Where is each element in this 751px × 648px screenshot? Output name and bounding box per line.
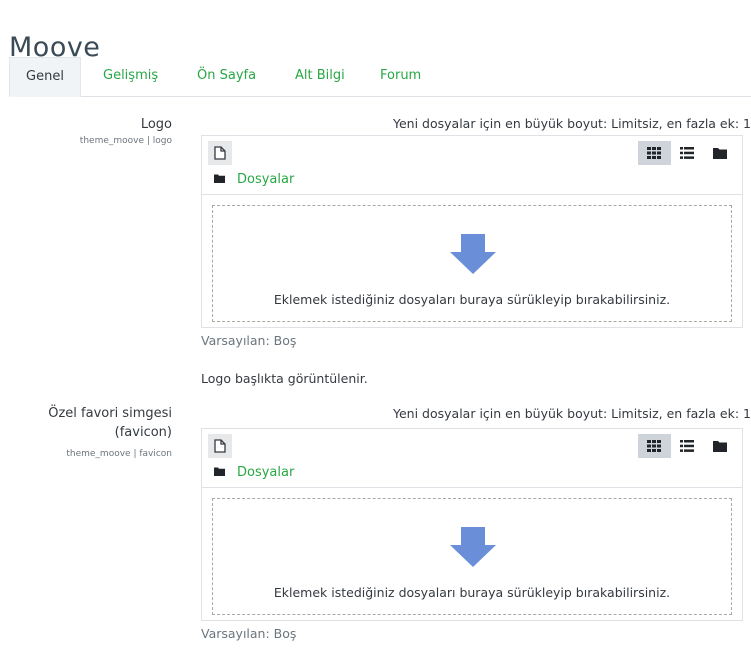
tab-on-sayfa[interactable]: Ön Sayfa — [197, 57, 256, 95]
arrow-down-icon — [450, 234, 496, 274]
filemanager-favicon: Dosyalar Eklemek istediğiniz dosyaları b… — [201, 428, 743, 621]
folder-icon — [712, 148, 727, 159]
list-icon — [680, 440, 694, 452]
setting-label-logo: Logo — [140, 117, 172, 132]
folder-icon — [214, 174, 225, 183]
list-icon — [680, 147, 694, 159]
dropzone-instruction: Eklemek istediğiniz dosyaları buraya sür… — [273, 292, 671, 307]
tab-forum[interactable]: Forum — [380, 57, 421, 95]
settings-tabs: Genel Gelişmiş Ön Sayfa Alt Bilgi Forum — [9, 57, 751, 97]
folder-icon — [712, 441, 727, 452]
filemanager-path: Dosyalar — [202, 459, 742, 488]
setting-key-logo: theme_moove | logo — [79, 136, 172, 146]
view-list-button[interactable] — [671, 434, 704, 458]
filemanager-logo: Dosyalar Eklemek istediğiniz dosyaları b… — [201, 135, 743, 328]
grid-icon — [647, 147, 662, 159]
tab-genel[interactable]: Genel — [9, 57, 81, 97]
upload-limit-text: Yeni dosyalar için en büyük boyut: Limit… — [393, 116, 751, 131]
folder-icon — [214, 467, 225, 476]
setting-label-favicon-line2: (favicon) — [114, 425, 172, 440]
path-link-dosyalar[interactable]: Dosyalar — [237, 172, 294, 187]
view-icons-button[interactable] — [638, 434, 671, 458]
filemanager-path: Dosyalar — [202, 166, 742, 195]
dropzone-instruction: Eklemek istediğiniz dosyaları buraya sür… — [273, 585, 671, 600]
view-tree-button[interactable] — [703, 434, 736, 458]
setting-label-favicon-line1: Özel favori simgesi — [48, 406, 172, 421]
file-icon — [214, 146, 226, 160]
upload-limit-text: Yeni dosyalar için en büyük boyut: Limit… — [393, 406, 751, 421]
file-icon — [214, 439, 226, 453]
view-switcher — [638, 141, 736, 165]
filemanager-toolbar — [202, 136, 742, 166]
default-value-text: Varsayılan: Boş — [201, 333, 297, 348]
filemanager-toolbar — [202, 429, 742, 459]
arrow-down-icon — [450, 527, 496, 567]
view-icons-button[interactable] — [638, 141, 671, 165]
default-value-text: Varsayılan: Boş — [201, 626, 297, 641]
view-list-button[interactable] — [671, 141, 704, 165]
add-file-button[interactable] — [208, 141, 232, 165]
tab-gelismis[interactable]: Gelişmiş — [103, 57, 158, 95]
add-file-button[interactable] — [208, 434, 232, 458]
tab-alt-bilgi[interactable]: Alt Bilgi — [295, 57, 345, 95]
view-switcher — [638, 434, 736, 458]
setting-description: Logo başlıkta görüntülenir. — [201, 371, 368, 386]
path-link-dosyalar[interactable]: Dosyalar — [237, 465, 294, 480]
setting-key-favicon: theme_moove | favicon — [66, 449, 172, 459]
file-dropzone[interactable]: Eklemek istediğiniz dosyaları buraya sür… — [212, 498, 732, 615]
file-dropzone[interactable]: Eklemek istediğiniz dosyaları buraya sür… — [212, 205, 732, 322]
setting-label-favicon: Özel favori simgesi (favicon) — [48, 404, 172, 442]
grid-icon — [647, 440, 662, 452]
view-tree-button[interactable] — [703, 141, 736, 165]
